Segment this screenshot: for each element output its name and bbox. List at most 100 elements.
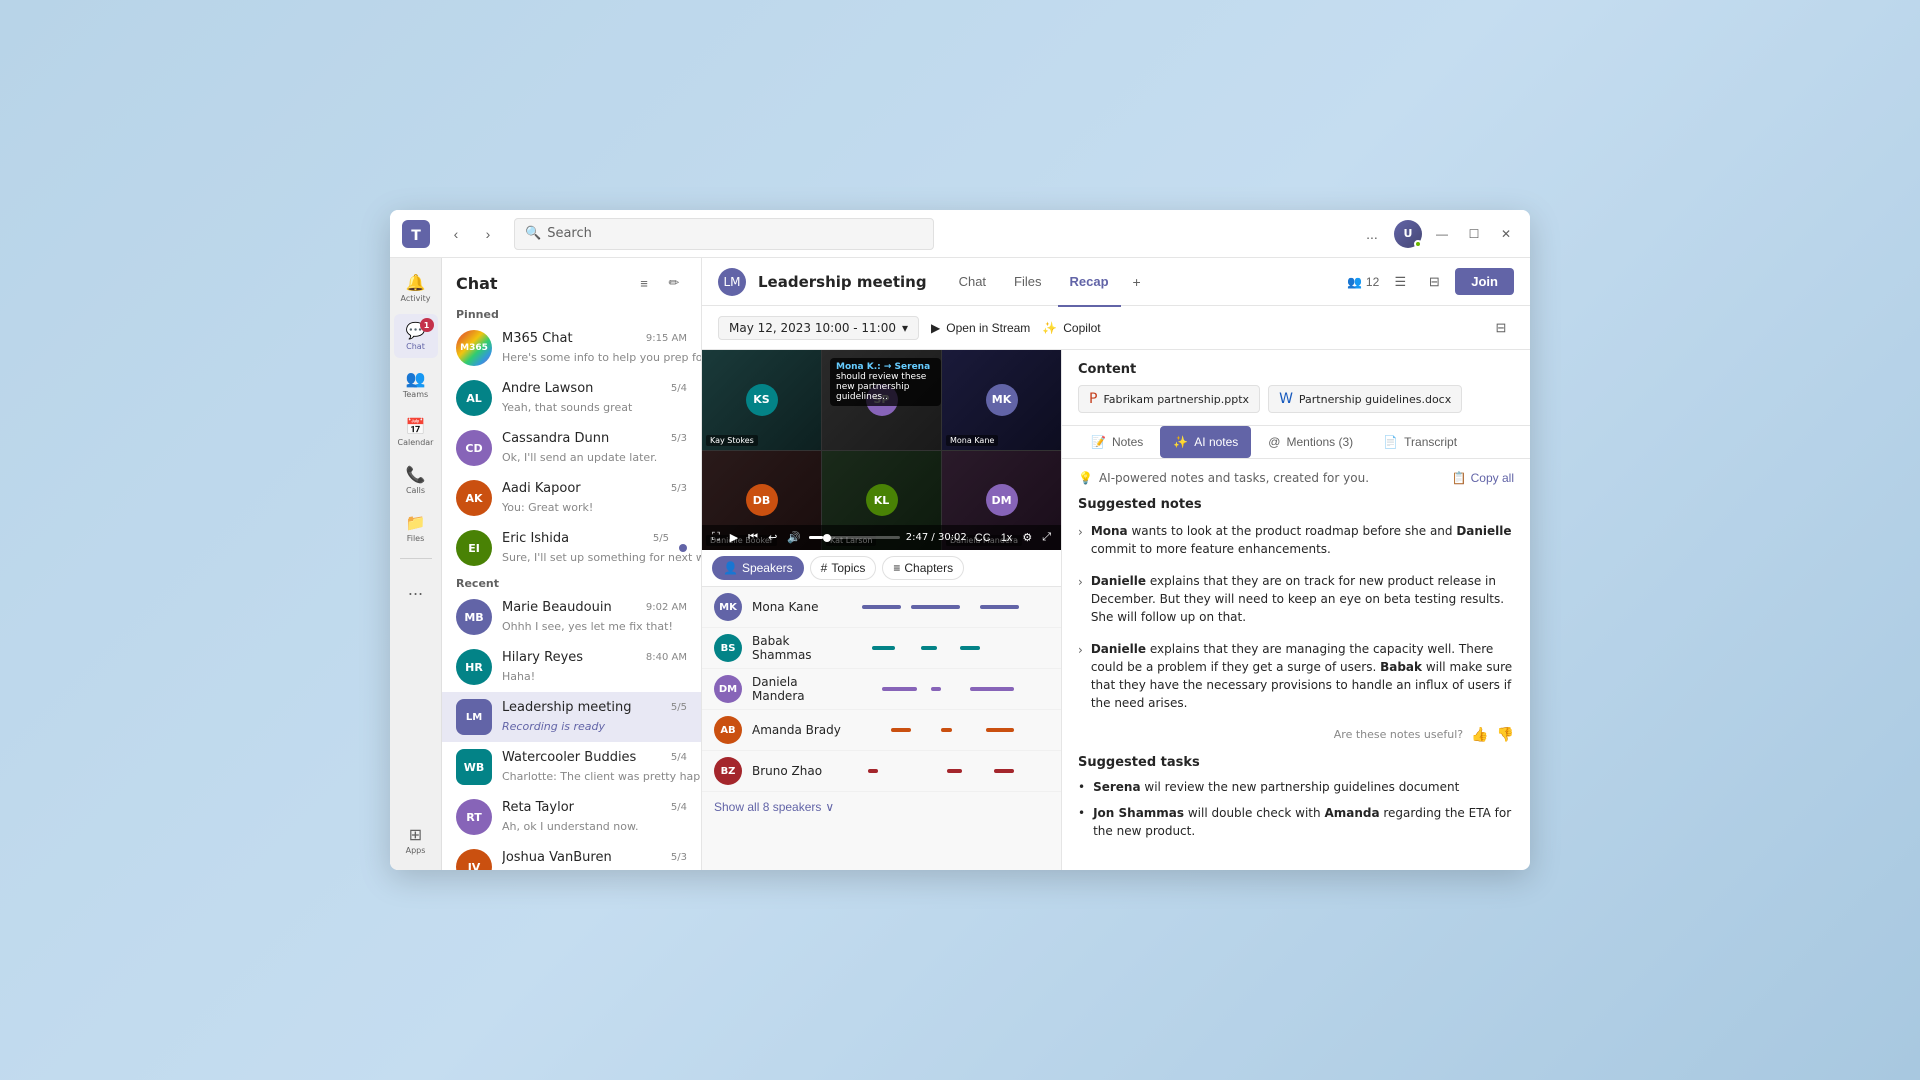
ai-notes-icon: ✨ [1173,435,1188,449]
nav-buttons: ‹ › [442,220,502,248]
content-area: LM Leadership meeting Chat Files Recap +… [702,258,1530,870]
speaker-name: Mona Kane [752,600,842,614]
copilot-button[interactable]: ✨ Copilot [1042,321,1100,335]
list-item[interactable]: EI Eric Ishida 5/5 Sure, I'll set up som… [442,523,701,573]
sidebar-item-teams[interactable]: 👥 Teams [394,362,438,406]
tab-recap[interactable]: Recap [1058,270,1121,294]
close-button[interactable]: ✕ [1494,222,1518,246]
sidebar-item-calendar[interactable]: 📅 Calendar [394,410,438,454]
video-player: KS Kay Stokes SP Mona K.: → Serena shoul… [702,350,1061,550]
add-tab-button[interactable]: + [1125,270,1149,294]
compose-button[interactable]: ✏ [661,270,687,296]
user-avatar[interactable]: U [1394,220,1422,248]
sidebar-item-files[interactable]: 📁 Files [394,506,438,550]
sidebar-divider [400,558,432,559]
fullscreen-button[interactable]: ⛶ [710,529,722,546]
sidebar-item-apps[interactable]: ⊞ Apps [394,818,438,862]
volume-button[interactable]: 🔊 [785,529,803,546]
forward-button[interactable]: › [474,220,502,248]
open-in-stream-button[interactable]: ▶ Open in Stream [931,321,1030,335]
list-view-button[interactable]: ☰ [1387,269,1413,295]
speed-button[interactable]: 1x [999,530,1015,546]
transcript-icon: 📄 [1383,435,1398,449]
list-item[interactable]: AL Andre Lawson 5/4 Yeah, that sounds gr… [442,373,701,423]
stream-icon: ▶ [931,321,940,335]
tab-chat[interactable]: Chat [947,270,998,294]
tab-mentions[interactable]: @ Mentions (3) [1255,426,1366,458]
search-bar[interactable]: 🔍 Search [514,218,934,250]
play-button[interactable]: ▶ [728,529,740,546]
show-all-speakers-button[interactable]: Show all 8 speakers ∨ [702,792,846,822]
maximize-button[interactable]: ☐ [1462,222,1486,246]
captions-button[interactable]: CC [973,530,993,546]
ai-info-text: 💡 AI-powered notes and tasks, created fo… [1078,471,1369,485]
chat-name: Leadership meeting [502,700,631,715]
list-item[interactable]: LM Leadership meeting 5/5 Recording is r… [442,692,701,742]
list-item[interactable]: MB Marie Beaudouin 9:02 AM Ohhh I see, y… [442,592,701,642]
speaker-tabs: 👤 Speakers # Topics ≡ Chapters [702,550,1061,587]
cell-name-label: Mona Kane [946,435,998,446]
speaker-name: Bruno Zhao [752,764,842,778]
avatar: AK [456,480,492,516]
skip-back-button[interactable]: ↩ [766,529,779,546]
suggested-notes-label: Suggested notes [1078,497,1514,512]
participants-button[interactable]: 👥 12 [1347,275,1379,289]
sidebar-item-calls[interactable]: 📞 Calls [394,458,438,502]
sidebar-item-chat[interactable]: 💬 Chat 1 [394,314,438,358]
video-avatar: KS [746,384,778,416]
list-item[interactable]: M365 M365 Chat 9:15 AM Here's some info … [442,323,701,373]
join-button[interactable]: Join [1455,268,1514,295]
chat-list: M365 M365 Chat 9:15 AM Here's some info … [442,323,701,870]
file-chip-ppt[interactable]: P Fabrikam partnership.pptx [1078,385,1260,413]
expand-button[interactable]: ⤢ [1040,529,1053,546]
file-chip-word[interactable]: W Partnership guidelines.docx [1268,385,1462,413]
meeting-header: LM Leadership meeting Chat Files Recap +… [702,258,1530,306]
bullet-icon: • [1078,804,1085,840]
chat-preview: Sure, I'll set up something for next wee… [502,551,701,564]
list-item[interactable]: WB Watercooler Buddies 5/4 Charlotte: Th… [442,742,701,792]
filter-button[interactable]: ≡ [631,270,657,296]
title-bar: T ‹ › 🔍 Search ... U — ☐ ✕ [390,210,1530,258]
tab-speakers[interactable]: 👤 Speakers [712,556,804,580]
list-item[interactable]: CD Cassandra Dunn 5/3 Ok, I'll send an u… [442,423,701,473]
recap-content: KS Kay Stokes SP Mona K.: → Serena shoul… [702,350,1530,870]
tab-files[interactable]: Files [1002,270,1053,294]
minimize-button[interactable]: — [1430,222,1454,246]
date-selector[interactable]: May 12, 2023 10:00 - 11:00 ▾ [718,316,919,340]
thumbs-up-button[interactable]: 👍 [1471,726,1488,743]
video-avatar: MK [986,384,1018,416]
speaker-row: BS Babak Shammas [702,628,1061,669]
tab-notes[interactable]: 📝 Notes [1078,426,1156,458]
copy-all-button[interactable]: 📋 Copy all [1452,471,1514,485]
speaker-name: Daniela Mandera [752,675,842,703]
speaker-timeline [852,767,1049,775]
rewind-button[interactable]: ⏮ [746,529,760,546]
chat-name: Watercooler Buddies [502,750,636,765]
sidebar-item-more[interactable]: ... [394,567,438,611]
chat-preview: Ok, I'll send an update later. [502,451,657,464]
tab-transcript[interactable]: 📄 Transcript [1370,426,1470,458]
settings-button[interactable]: ⚙ [1020,529,1034,546]
thumbs-down-button[interactable]: 👎 [1497,726,1514,743]
more-options-button[interactable]: ... [1358,220,1386,248]
participants-count: 12 [1366,275,1379,289]
tab-ai-notes[interactable]: ✨ AI notes [1160,426,1251,458]
list-item[interactable]: AK Aadi Kapoor 5/3 You: Great work! [442,473,701,523]
chat-preview: Recording is ready [502,720,605,733]
sidebar-item-activity[interactable]: 🔔 Activity [394,266,438,310]
bullet-icon: • [1078,778,1085,796]
avatar: AL [456,380,492,416]
progress-bar[interactable] [809,536,900,539]
list-item[interactable]: RT Reta Taylor 5/4 Ah, ok I understand n… [442,792,701,842]
recap-settings-button[interactable]: ⊟ [1488,315,1514,341]
back-button[interactable]: ‹ [442,220,470,248]
list-item[interactable]: HR Hilary Reyes 8:40 AM Haha! [442,642,701,692]
list-item[interactable]: JV Joshua VanBuren 5/3 Thanks for review… [442,842,701,870]
file-name: Partnership guidelines.docx [1299,393,1451,406]
tab-topics[interactable]: # Topics [810,556,877,580]
tab-chapters[interactable]: ≡ Chapters [882,556,964,580]
grid-view-button[interactable]: ⊟ [1421,269,1447,295]
task-item: • Jon Shammas will double check with Ama… [1078,804,1514,840]
app-window: T ‹ › 🔍 Search ... U — ☐ ✕ 🔔 Activ [390,210,1530,870]
avatar: RT [456,799,492,835]
